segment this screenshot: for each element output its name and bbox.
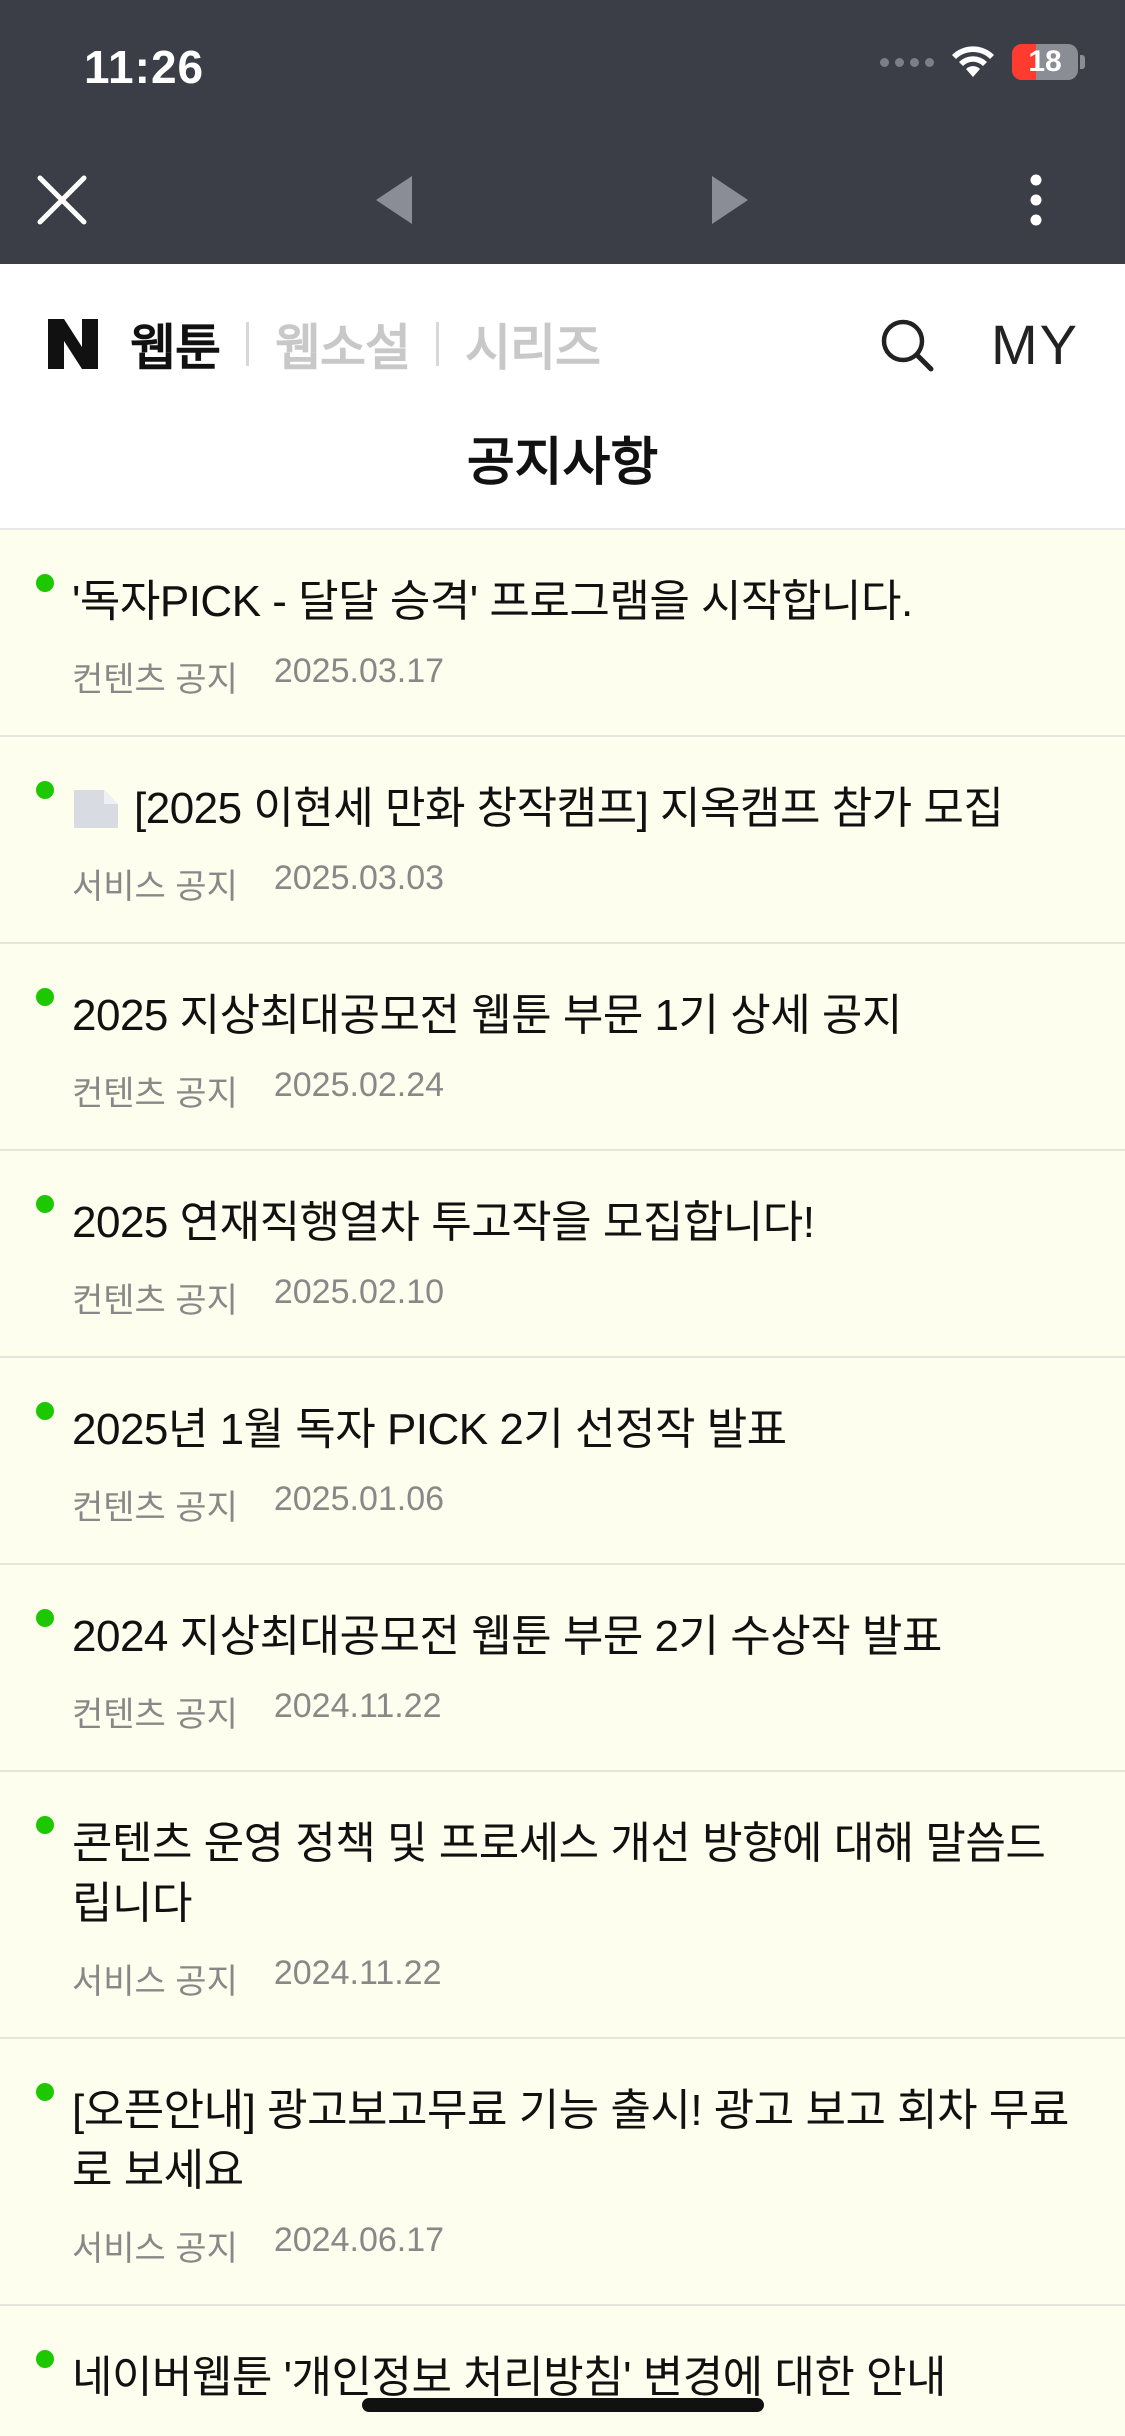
back-button[interactable]: [354, 160, 434, 240]
notice-title: [2025 이현세 만화 창작캠프] 지옥캠프 참가 모집: [72, 779, 1077, 839]
notice-title: 2025 연재직행열차 투고작을 모집합니다!: [72, 1198, 815, 1247]
notice-date: 2024.11.22: [273, 1687, 442, 1725]
wifi-icon: [952, 46, 994, 77]
notice-date: 2025.03.03: [273, 859, 445, 897]
tab-divider: [246, 322, 249, 366]
notice-title: '독자PICK - 달달 승격' 프로그램을 시작합니다.: [72, 577, 913, 626]
notice-meta: 컨텐츠 공지 2025.02.24: [72, 1066, 1077, 1115]
notice-category: 컨텐츠 공지: [72, 661, 238, 699]
browser-toolbar: 11:26 18: [0, 0, 1125, 264]
list-item[interactable]: 네이버웹툰 '개인정보 처리방침' 변경에 대한 안내: [0, 2306, 1125, 2436]
forward-button[interactable]: [690, 160, 770, 240]
more-menu-button[interactable]: [996, 160, 1076, 240]
tab-webtoon[interactable]: 웹툰: [130, 308, 221, 380]
notice-meta: 서비스 공지 2024.06.17: [72, 2221, 1077, 2270]
notice-title: 콘텐츠 운영 정책 및 프로세스 개선 방향에 대해 말씀드립니다: [72, 1819, 1046, 1928]
notice-category: 컨텐츠 공지: [72, 1282, 238, 1320]
list-item[interactable]: 2025년 1월 독자 PICK 2기 선정작 발표 컨텐츠 공지 2025.0…: [0, 1358, 1125, 1565]
close-button[interactable]: [22, 160, 102, 240]
status-time: 11:26: [84, 41, 205, 93]
new-indicator-dot: [36, 781, 54, 799]
list-item[interactable]: [오픈안내] 광고보고무료 기능 출시! 광고 보고 회차 무료로 보세요 서비…: [0, 2039, 1125, 2306]
notice-list: '독자PICK - 달달 승격' 프로그램을 시작합니다. 컨텐츠 공지 202…: [0, 530, 1125, 2436]
notice-meta: 컨텐츠 공지 2025.03.17: [72, 652, 1077, 701]
notice-title: [오픈안내] 광고보고무료 기능 출시! 광고 보고 회차 무료로 보세요: [72, 2086, 1069, 2195]
cellular-signal-icon: [880, 57, 934, 67]
list-item[interactable]: 콘텐츠 운영 정책 및 프로세스 개선 방향에 대해 말씀드립니다 서비스 공지…: [0, 1772, 1125, 2039]
notice-date: 2025.02.10: [273, 1273, 445, 1311]
notice-category: 컨텐츠 공지: [72, 1075, 238, 1113]
notice-category: 서비스 공지: [72, 868, 238, 906]
home-indicator[interactable]: [362, 2398, 764, 2412]
close-icon: [37, 175, 87, 225]
header-actions: MY: [879, 312, 1079, 377]
new-indicator-dot: [36, 1195, 54, 1213]
list-item[interactable]: 2024 지상최대공모전 웹툰 부문 2기 수상작 발표 컨텐츠 공지 2024…: [0, 1565, 1125, 1772]
notice-title: 2025년 1월 독자 PICK 2기 선정작 발표: [72, 1405, 787, 1454]
notice-category: 서비스 공지: [72, 1963, 238, 2001]
notice-meta: 컨텐츠 공지 2025.01.06: [72, 1480, 1077, 1529]
more-vertical-icon: [1030, 174, 1042, 226]
app-header: 웹툰 웹소설 시리즈 MY 공지사항: [0, 264, 1125, 530]
tab-divider: [436, 322, 439, 366]
notice-date: 2024.11.22: [273, 1954, 442, 1992]
list-item[interactable]: [2025 이현세 만화 창작캠프] 지옥캠프 참가 모집 서비스 공지 202…: [0, 737, 1125, 944]
notice-category: 서비스 공지: [72, 2230, 238, 2268]
tab-webnovel[interactable]: 웹소설: [275, 308, 411, 380]
service-tabs: 웹툰 웹소설 시리즈: [46, 304, 601, 384]
search-icon[interactable]: [879, 317, 935, 373]
notice-date: 2024.06.17: [273, 2221, 445, 2259]
forward-arrow-icon: [712, 176, 748, 224]
my-button[interactable]: MY: [991, 312, 1079, 377]
new-indicator-dot: [36, 2350, 54, 2368]
new-indicator-dot: [36, 988, 54, 1006]
battery-icon: 18: [1012, 44, 1085, 80]
notice-date: 2025.01.06: [273, 1480, 445, 1518]
back-arrow-icon: [376, 176, 412, 224]
notice-meta: 서비스 공지 2025.03.03: [72, 859, 1077, 908]
page-title: 공지사항: [466, 434, 659, 492]
notice-meta: 컨텐츠 공지 2025.02.10: [72, 1273, 1077, 1322]
notice-meta: 서비스 공지 2024.11.22: [72, 1954, 1077, 2003]
new-indicator-dot: [36, 1609, 54, 1627]
notice-category: 컨텐츠 공지: [72, 1696, 238, 1734]
file-icon: [74, 790, 118, 828]
notice-title: 2025 지상최대공모전 웹툰 부문 1기 상세 공지: [72, 991, 902, 1040]
new-indicator-dot: [36, 2083, 54, 2101]
new-indicator-dot: [36, 1402, 54, 1420]
tab-series[interactable]: 시리즈: [465, 308, 601, 380]
notice-category: 컨텐츠 공지: [72, 1489, 238, 1527]
battery-level: 18: [1028, 45, 1062, 78]
list-item[interactable]: 2025 지상최대공모전 웹툰 부문 1기 상세 공지 컨텐츠 공지 2025.…: [0, 944, 1125, 1151]
naver-logo-icon[interactable]: [46, 317, 100, 371]
status-indicators: 18: [880, 44, 1085, 80]
notice-date: 2025.02.24: [273, 1066, 445, 1104]
new-indicator-dot: [36, 1816, 54, 1834]
list-item[interactable]: 2025 연재직행열차 투고작을 모집합니다! 컨텐츠 공지 2025.02.1…: [0, 1151, 1125, 1358]
new-indicator-dot: [36, 574, 54, 592]
list-item[interactable]: '독자PICK - 달달 승격' 프로그램을 시작합니다. 컨텐츠 공지 202…: [0, 530, 1125, 737]
notice-meta: 컨텐츠 공지 2024.11.22: [72, 1687, 1077, 1736]
notice-title: 2024 지상최대공모전 웹툰 부문 2기 수상작 발표: [72, 1612, 942, 1661]
notice-date: 2025.03.17: [273, 652, 445, 690]
